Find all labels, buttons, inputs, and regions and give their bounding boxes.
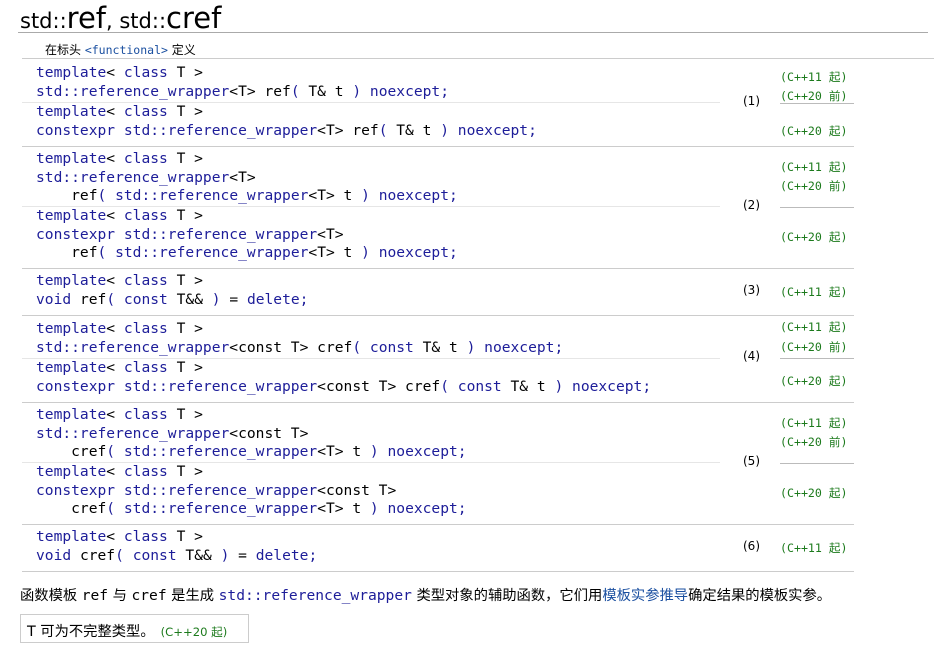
version-separator (780, 358, 854, 359)
functional-header-link[interactable]: <functional> (85, 43, 168, 57)
overload-separator (22, 462, 720, 463)
version-badge: (C++20 起) (780, 374, 848, 388)
declaration-2: template< class T >std::reference_wrappe… (22, 146, 854, 269)
page-title: std::ref, std::cref (20, 1, 221, 35)
version-badge: (C++20 前) (780, 435, 848, 449)
code-line: void cref( const T&& ) = delete; (36, 547, 318, 564)
version-badge: (C++20 起) (780, 124, 848, 138)
code-line: constexpr std::reference_wrapper<const T… (36, 482, 397, 499)
note-content: T 可为不完整类型。 (27, 624, 155, 640)
code-line: template< class T > (36, 272, 203, 289)
version-badge: (C++20 起) (780, 230, 848, 244)
version-badge: (C++11 起) (780, 416, 848, 430)
version-badge: (C++11 起) (780, 70, 848, 84)
desc-text-1: 函数模板 (20, 588, 82, 604)
code-line: std::reference_wrapper<T> (36, 169, 256, 186)
version-badge: (C++20 前) (780, 340, 848, 354)
header-text-before: 在标头 (45, 43, 85, 57)
desc-text-2: 与 (108, 588, 132, 604)
note-version-badge: (C++20 起) (160, 625, 228, 639)
version-badge: (C++11 起) (780, 285, 848, 299)
page-title-bar: std::ref, std::cref (18, 0, 928, 35)
code-line: std::reference_wrapper<const T> cref( co… (36, 339, 564, 356)
version-separator (780, 207, 854, 208)
title-ref: ref (66, 1, 106, 35)
declaration-1: template< class T >std::reference_wrappe… (22, 60, 854, 147)
declaration-4: template< class T >std::reference_wrappe… (22, 315, 854, 403)
declaration-6: template< class T > void cref( const T&& … (22, 524, 854, 572)
overload-number: (5) (743, 454, 760, 468)
desc-code-cref: cref (131, 587, 167, 604)
description-paragraph: 函数模板 ref 与 cref 是生成 std::reference_wrapp… (20, 584, 831, 605)
version-badge: (C++11 起) (780, 541, 848, 555)
overload-separator (22, 102, 720, 103)
code-line: template< class T > (36, 320, 203, 337)
desc-text-4: 类型对象的辅助函数，它们用 (411, 588, 603, 604)
code-line: template< class T > (36, 406, 203, 423)
overload-separator (22, 358, 720, 359)
declaration-5: template< class T >std::reference_wrappe… (22, 402, 854, 525)
version-separator (780, 463, 854, 464)
code-line: constexpr std::reference_wrapper<T> ref(… (36, 122, 537, 139)
note-text: T 可为不完整类型。 (C++20 起) (27, 620, 227, 641)
title-namespace-1: std:: (20, 9, 67, 33)
header-text-after: 定义 (167, 43, 196, 57)
desc-text-3: 是生成 (166, 588, 219, 604)
code-line: template< class T > (36, 359, 203, 376)
code-line: constexpr std::reference_wrapper<const T… (36, 378, 652, 395)
note-box: T 可为不完整类型。 (C++20 起) (20, 614, 249, 643)
code-line: ref( std::reference_wrapper<T> t ) noexc… (36, 244, 458, 261)
version-badge: (C++11 起) (780, 320, 848, 334)
overload-number: (1) (743, 94, 760, 108)
version-badge: (C++11 起) (780, 160, 848, 174)
code-line: std::reference_wrapper<const T> (36, 425, 309, 442)
desc-text-5: 确定结果的模板实参。 (688, 588, 832, 604)
code-line: template< class T > (36, 528, 203, 545)
code-line: constexpr std::reference_wrapper<T> (36, 226, 344, 243)
version-badge: (C++20 前) (780, 179, 848, 193)
code-line: ref( std::reference_wrapper<T> t ) noexc… (36, 187, 458, 204)
header-definition-row: 在标头 <functional> 定义 (22, 38, 934, 59)
overload-number: (4) (743, 349, 760, 363)
version-badge: (C++20 前) (780, 89, 848, 103)
desc-code-ref: ref (81, 587, 109, 604)
declaration-3: template< class T > void ref( const T&& )… (22, 268, 854, 316)
template-argument-deduction-link[interactable]: 模板实参推导 (602, 588, 688, 604)
overload-number: (3) (743, 283, 760, 297)
code-line: cref( std::reference_wrapper<T> t ) noex… (36, 500, 467, 517)
code-line: template< class T > (36, 463, 203, 480)
overload-number: (2) (743, 198, 760, 212)
code-line: template< class T > (36, 150, 203, 167)
title-namespace-2: std:: (119, 9, 167, 33)
code-line: template< class T > (36, 64, 203, 81)
code-line: void ref( const T&& ) = delete; (36, 291, 309, 308)
code-line: std::reference_wrapper<T> ref( T& t ) no… (36, 83, 450, 100)
version-badge: (C++20 起) (780, 486, 848, 500)
reference-wrapper-link[interactable]: std::reference_wrapper (219, 587, 412, 604)
overload-number: (6) (743, 539, 760, 553)
code-line: template< class T > (36, 207, 203, 224)
title-comma: , (106, 9, 120, 33)
code-line: template< class T > (36, 103, 203, 120)
code-line: cref( std::reference_wrapper<T> t ) noex… (36, 443, 467, 460)
title-cref: cref (166, 1, 222, 35)
overload-separator (22, 206, 720, 207)
